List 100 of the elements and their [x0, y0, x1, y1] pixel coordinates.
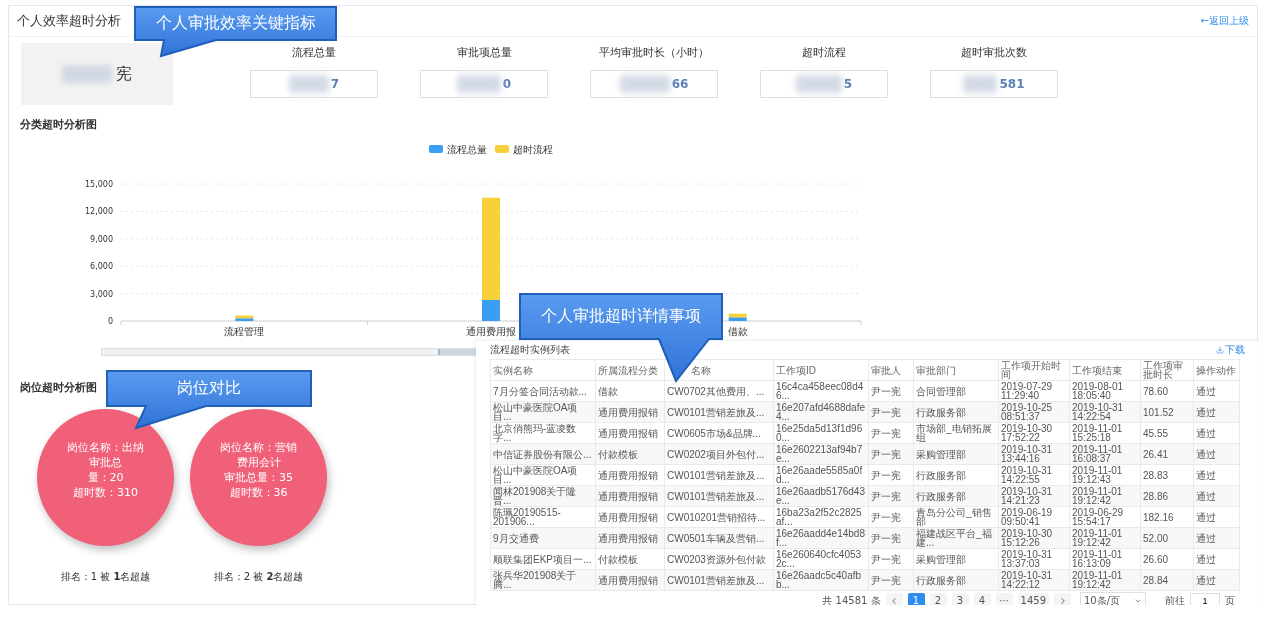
page-button[interactable]: 1459: [1017, 593, 1049, 605]
table-cell: 2019-06-19 09:50:41: [998, 506, 1070, 528]
y-tick-label: 12,000: [85, 207, 113, 217]
table-cell: 通过: [1193, 443, 1240, 465]
table-cell: 通用费用报销: [595, 569, 665, 591]
table-cell: 16e26aadc5c40afbb...: [773, 569, 869, 591]
table-cell: 尹一宪: [868, 548, 914, 570]
table-cell: CW0101营销差旅及...: [664, 485, 774, 507]
table-cell: 16e26aadb5176d43e...: [773, 485, 869, 507]
table-cell: 通过: [1193, 569, 1240, 591]
table-cell: 付款模板: [595, 443, 665, 465]
table-cell: 行政服务部: [913, 401, 999, 423]
table-cell: 通用费用报销: [595, 422, 665, 444]
table-cell: CW0501车辆及营销...: [664, 527, 774, 549]
redaction-blur: [795, 75, 842, 93]
table-cell: 采购管理部: [913, 443, 999, 465]
table-cell: 2019-11-01 16:13:09: [1069, 548, 1141, 570]
kpi-label: 审批项总量: [456, 45, 512, 60]
table-cell: 2019-10-25 08:51:37: [998, 401, 1070, 423]
circle-text: 费用会计: [236, 454, 281, 470]
table-cell: 28.86: [1140, 485, 1194, 507]
table-cell: 行政服务部: [913, 569, 999, 591]
redaction-blur: [288, 75, 329, 93]
download-link[interactable]: 下载: [1216, 343, 1245, 357]
column-header: 审批部门: [913, 359, 999, 381]
y-tick-label: 3,000: [90, 289, 113, 299]
x-tick-label: 借款: [727, 326, 748, 337]
column-header: 审批人: [868, 359, 914, 381]
table-cell: 尹一宪: [868, 443, 914, 465]
callout: 岗位对比: [106, 370, 312, 428]
table-cell: 行政服务部: [913, 464, 999, 486]
table-cell: 通用费用报销: [595, 485, 665, 507]
table-cell: 通过: [1193, 422, 1240, 444]
redaction-blur: [619, 75, 670, 93]
profile-name: 宪: [116, 63, 132, 85]
page-button[interactable]: 4: [973, 593, 991, 605]
y-tick-label: 15,000: [85, 180, 113, 189]
goto-label: 前往: [1165, 595, 1185, 605]
rank-text: 排名：2 被 2名超越: [213, 570, 304, 584]
page-button[interactable]: 2: [929, 593, 947, 605]
table-cell: 7月分签合同活动款...: [490, 380, 596, 402]
table-title: 流程超时实例列表: [490, 343, 570, 357]
zoom-slider[interactable]: [101, 348, 478, 356]
goto-input[interactable]: 1: [1190, 593, 1220, 605]
table-cell: 16e260640cfc40532c...: [773, 548, 869, 570]
kpi-label: 超时流程: [802, 45, 846, 60]
table-cell: 28.84: [1140, 569, 1194, 591]
table-cell: 2019-11-01 15:25:18: [1069, 422, 1141, 444]
chevron-down-icon: [1134, 597, 1142, 605]
table-cell: 78.60: [1140, 380, 1194, 402]
circle-text: 超时数：310: [73, 484, 138, 500]
table-cell: 借款: [595, 380, 665, 402]
table-cell: 通过: [1193, 401, 1240, 423]
table-cell: CW0605市场&品牌...: [664, 422, 774, 444]
table-cell: CW0101营销差旅及...: [664, 569, 774, 591]
table-cell: 2019-10-31 14:22:12: [998, 569, 1070, 591]
next-page-button[interactable]: [1054, 593, 1071, 605]
circle-text: 审批总: [89, 454, 122, 470]
table-cell: CW0702其他费用、...: [664, 380, 774, 402]
table-cell: 通过: [1193, 548, 1240, 570]
prev-page-button[interactable]: [885, 593, 903, 605]
table-cell: 合同管理部: [913, 380, 999, 402]
back-link[interactable]: ←返回上级: [1200, 14, 1249, 28]
table-cell: 2019-07-29 11:29:40: [998, 380, 1070, 402]
table-cell: 16ba23a2f52c2825af...: [773, 506, 869, 528]
table-cell: 中信证券股份有限公...: [490, 443, 596, 465]
download-icon: [1216, 346, 1224, 354]
table-cell: 2019-11-01 19:12:43: [1069, 464, 1141, 486]
table-cell: 16e25da5d13f1d960...: [773, 422, 869, 444]
kpi-value: 0: [502, 77, 512, 91]
table-cell: 松山中豪医院OA项目...: [490, 464, 596, 486]
legend-label: 超时流程: [513, 144, 553, 155]
kpi-label: 流程总量: [292, 45, 336, 60]
table-cell: 28.83: [1140, 464, 1194, 486]
page-title: 个人效率超时分析: [17, 12, 121, 30]
page-button[interactable]: 3: [951, 593, 969, 605]
table-cell: 16e26aadd4e14bd8f...: [773, 527, 869, 549]
table-cell: 通过: [1193, 464, 1240, 486]
table-cell: 尹一宪: [868, 527, 914, 549]
table-cell: CW0101营销差旅及...: [664, 401, 774, 423]
y-tick-label: 0: [107, 317, 113, 326]
goto-suffix: 页: [1225, 595, 1235, 605]
kpi-label: 超时审批次数: [961, 45, 1027, 60]
table-cell: 通用费用报销: [595, 401, 665, 423]
table-cell: 市场部_电销拓展组: [913, 422, 999, 444]
table-cell: 52.00: [1140, 527, 1194, 549]
page-button[interactable]: ···: [995, 593, 1013, 605]
table-cell: 26.41: [1140, 443, 1194, 465]
table-cell: 张兵华201908关于腾...: [490, 569, 596, 591]
table-cell: 福建战区平台_福建...: [913, 527, 999, 549]
table-cell: CW0101营销差旅及...: [664, 464, 774, 486]
table-cell: 尹一宪: [868, 380, 914, 402]
redaction-blur: [963, 75, 998, 93]
page-size-select[interactable]: 10条/页: [1080, 592, 1146, 605]
table-cell: 尹一宪: [868, 464, 914, 486]
table-cell: 通过: [1193, 485, 1240, 507]
y-tick-label: 9,000: [90, 234, 113, 244]
redaction-blur: [456, 75, 501, 93]
slider-handle[interactable]: [437, 349, 477, 355]
table-cell: 尹一宪: [868, 506, 914, 528]
